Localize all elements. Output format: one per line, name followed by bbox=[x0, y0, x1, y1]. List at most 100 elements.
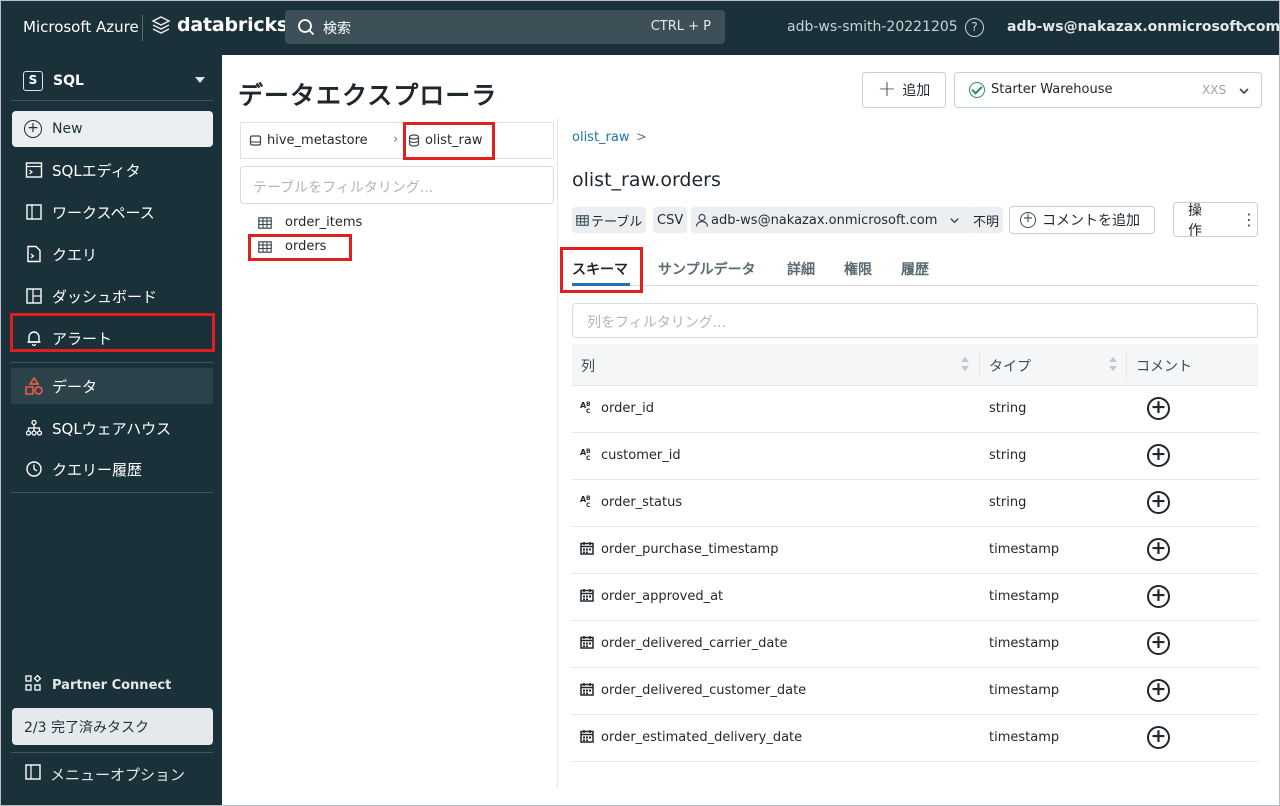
add-comment-icon[interactable]: + bbox=[1147, 491, 1170, 514]
table-size: 不明 bbox=[973, 214, 1000, 230]
column-divider bbox=[1126, 353, 1127, 377]
search-box[interactable]: 検索 CTRL + P bbox=[285, 10, 725, 44]
sidebar-divider bbox=[11, 362, 213, 363]
sql-editor-icon bbox=[24, 160, 44, 180]
column-name: order_purchase_timestamp bbox=[601, 542, 779, 557]
highlight-box-data bbox=[10, 313, 215, 352]
column-header-type[interactable]: タイプ bbox=[989, 356, 1031, 376]
sidebar: S SQL + New SQLエディタ ワークスペース クエリ ダッシュボード … bbox=[1, 55, 222, 805]
svg-text:B: B bbox=[586, 495, 591, 502]
tasks-progress-button[interactable]: 2/3 完了済みタスク bbox=[12, 708, 213, 745]
breadcrumb-schema-link[interactable]: olist_raw bbox=[572, 130, 630, 145]
chevron-down-icon bbox=[950, 217, 960, 223]
operations-label: 操作 bbox=[1188, 202, 1205, 239]
owner-name: adb-ws@nakazax.onmicrosoft.com bbox=[711, 212, 938, 228]
add-comment-icon[interactable]: + bbox=[1147, 679, 1170, 702]
add-button[interactable]: + 追加 bbox=[862, 72, 946, 108]
svg-text:B: B bbox=[586, 401, 591, 408]
chevron-down-icon[interactable] bbox=[1239, 20, 1251, 32]
timestamp-type-icon bbox=[580, 541, 594, 559]
table-row: order_estimated_delivery_date timestamp + bbox=[572, 715, 1258, 762]
partner-connect-icon bbox=[24, 674, 42, 696]
column-type: string bbox=[989, 401, 1027, 416]
persona-label: SQL bbox=[53, 73, 84, 89]
new-label: New bbox=[52, 121, 83, 137]
table-list-item[interactable]: order_items bbox=[258, 215, 362, 230]
sidebar-divider bbox=[11, 492, 213, 493]
add-comment-icon[interactable]: + bbox=[1147, 397, 1170, 420]
sidebar-item-sql-editor[interactable]: SQLエディタ bbox=[11, 152, 213, 188]
add-comment-icon[interactable]: + bbox=[1147, 726, 1170, 749]
new-button[interactable]: + New bbox=[12, 111, 213, 147]
warehouse-size: XXS bbox=[1202, 83, 1227, 97]
plus-icon: + bbox=[877, 77, 897, 102]
column-divider bbox=[979, 353, 980, 377]
table-filter-input[interactable]: テーブルをフィルタリング... bbox=[240, 166, 554, 204]
add-comment-label: コメントを追加 bbox=[1042, 213, 1140, 229]
highlight-box-schema bbox=[403, 122, 495, 160]
column-type: string bbox=[989, 448, 1027, 463]
sidebar-item-data[interactable]: データ bbox=[11, 368, 213, 404]
warehouse-icon bbox=[24, 418, 44, 438]
page-title: データエクスプローラ bbox=[238, 81, 498, 110]
size-tag: 不明 bbox=[969, 207, 1004, 233]
add-comment-icon[interactable]: + bbox=[1147, 585, 1170, 608]
column-name: order_id bbox=[601, 401, 655, 416]
owner-selector[interactable]: adb-ws@nakazax.onmicrosoft.com bbox=[691, 207, 971, 233]
tab-details[interactable]: 詳細 bbox=[787, 259, 815, 279]
persona-switcher[interactable]: S SQL bbox=[11, 65, 213, 97]
help-icon[interactable]: ? bbox=[965, 18, 984, 37]
column-type: timestamp bbox=[989, 542, 1060, 557]
partner-connect-link[interactable]: Partner Connect bbox=[11, 671, 171, 699]
sidebar-item-query[interactable]: クエリ bbox=[11, 236, 213, 272]
check-circle-icon bbox=[969, 82, 985, 98]
brand-divider bbox=[142, 15, 143, 41]
add-comment-button[interactable]: + コメントを追加 bbox=[1009, 206, 1155, 234]
warehouse-name: Starter Warehouse bbox=[991, 82, 1113, 97]
operations-menu-button[interactable]: 操作 ⋮ bbox=[1173, 202, 1258, 239]
column-name: order_estimated_delivery_date bbox=[601, 730, 803, 745]
string-type-icon: ABC bbox=[580, 494, 594, 512]
user-icon bbox=[695, 213, 709, 227]
catalog-icon bbox=[249, 135, 262, 146]
timestamp-type-icon bbox=[580, 729, 594, 747]
pane-splitter[interactable] bbox=[557, 118, 558, 788]
databricks-logo[interactable]: databricks bbox=[151, 14, 288, 36]
sidebar-item-dashboard[interactable]: ダッシュボード bbox=[11, 278, 213, 314]
table-format: CSV bbox=[657, 212, 684, 228]
table-row: A B C order_status string + bbox=[572, 480, 1258, 527]
tab-permissions[interactable]: 権限 bbox=[844, 259, 872, 279]
warehouse-selector[interactable]: Starter Warehouse XXS bbox=[954, 72, 1262, 108]
sidebar-item-label: SQLウェアハウス bbox=[52, 419, 172, 438]
menu-options-button[interactable]: メニューオプション bbox=[11, 759, 185, 789]
column-header-name[interactable]: 列 bbox=[581, 356, 595, 376]
sidebar-item-query-history[interactable]: クエリー履歴 bbox=[11, 451, 213, 487]
sidebar-divider bbox=[11, 752, 213, 753]
svg-text:C: C bbox=[586, 408, 591, 414]
add-comment-icon[interactable]: + bbox=[1147, 538, 1170, 561]
add-comment-icon[interactable]: + bbox=[1147, 444, 1170, 467]
table-type: テーブル bbox=[591, 214, 643, 230]
column-filter-input[interactable]: 列をフィルタリング... bbox=[572, 303, 1258, 338]
history-icon bbox=[24, 459, 44, 479]
column-name: order_approved_at bbox=[601, 589, 724, 604]
table-row: order_delivered_carrier_date timestamp + bbox=[572, 621, 1258, 668]
workspace-name[interactable]: adb-ws-smith-20221205 bbox=[787, 19, 958, 35]
partner-connect-label: Partner Connect bbox=[52, 677, 172, 693]
table-row: order_approved_at timestamp + bbox=[572, 574, 1258, 621]
svg-text:C: C bbox=[586, 455, 591, 461]
sort-icon[interactable] bbox=[1108, 356, 1118, 372]
sidebar-item-workspace[interactable]: ワークスペース bbox=[11, 194, 213, 230]
sort-icon[interactable] bbox=[960, 356, 970, 372]
plus-circle-icon: + bbox=[24, 120, 42, 138]
tab-history[interactable]: 履歴 bbox=[901, 259, 929, 279]
tab-sample-data[interactable]: サンプルデータ bbox=[658, 259, 756, 279]
sidebar-divider bbox=[11, 100, 213, 101]
databricks-wordmark: databricks bbox=[177, 14, 289, 36]
table-icon bbox=[576, 214, 589, 226]
sidebar-item-label: SQLエディタ bbox=[52, 161, 141, 180]
catalog-name: hive_metastore bbox=[267, 133, 368, 148]
sidebar-item-sql-warehouses[interactable]: SQLウェアハウス bbox=[11, 410, 213, 446]
catalog-selector[interactable]: hive_metastore bbox=[249, 133, 368, 148]
add-comment-icon[interactable]: + bbox=[1147, 632, 1170, 655]
